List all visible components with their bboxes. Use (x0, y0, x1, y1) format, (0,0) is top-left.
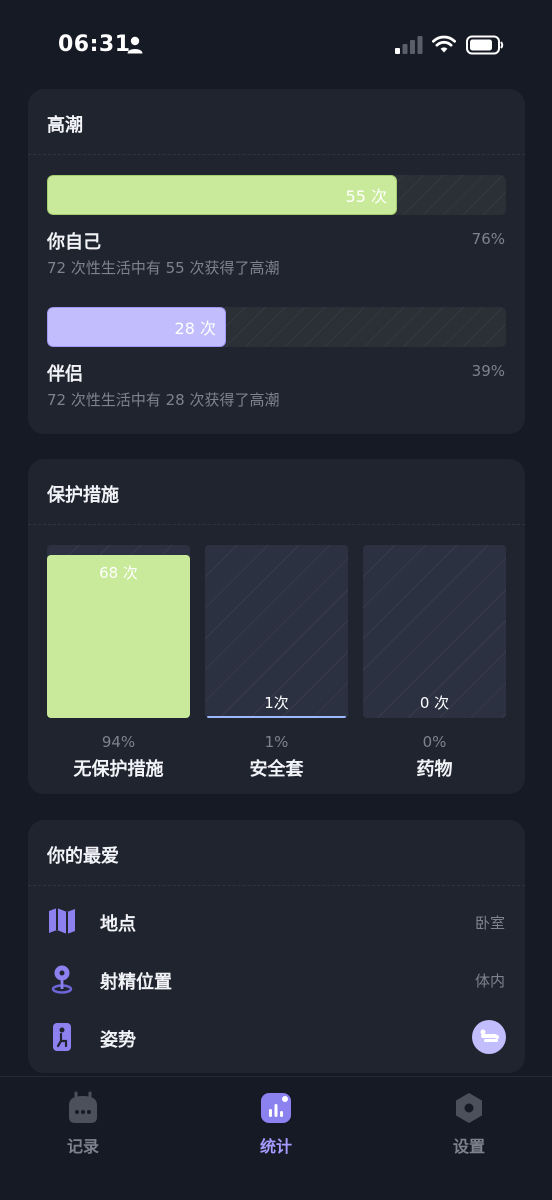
condom-bar-fill (207, 716, 346, 718)
partner-orgasm-bar-fill: 28 次 (47, 307, 226, 347)
self-percent: 76% (471, 230, 505, 248)
partner-label: 伴侣 (47, 364, 83, 385)
favorite-ejaculation-label: 射精位置 (100, 972, 172, 993)
battery-icon (466, 35, 504, 55)
favorite-position-row[interactable]: 姿势 (28, 1018, 525, 1058)
favorites-card: 你的最爱 地点 卧室 射精位置 体内 姿势 (28, 820, 525, 1073)
tab-statistics[interactable]: 统计 (221, 1091, 331, 1161)
favorites-card-title: 你的最爱 (47, 846, 119, 867)
partner-percent: 39% (471, 362, 505, 380)
status-time: 06:31 (58, 32, 131, 57)
cellular-signal-icon (395, 36, 423, 54)
favorite-ejaculation-value: 体内 (474, 972, 505, 990)
no-protection-label: 无保护措施 (73, 759, 164, 780)
orgasm-card: 高潮 55 次 你自己 76% 72 次性生活中有 55 次获得了高潮 28 次… (28, 89, 525, 434)
no-protection-count: 68 次 (99, 564, 138, 582)
self-description: 72 次性生活中有 55 次获得了高潮 (47, 259, 280, 277)
favorite-position-label: 姿势 (100, 1030, 136, 1051)
divider (28, 524, 525, 525)
tab-records-label: 记录 (66, 1137, 99, 1156)
medication-label: 药物 (416, 759, 453, 780)
tab-settings-label: 设置 (452, 1137, 485, 1156)
calendar-dots-icon (69, 1091, 97, 1123)
medication-count: 0 次 (419, 694, 450, 712)
no-protection-percent: 94% (101, 733, 136, 751)
no-protection-bar-track: 68 次 (47, 545, 190, 718)
tab-records[interactable]: 记录 (28, 1091, 138, 1161)
condom-percent: 1% (264, 733, 289, 751)
map-icon (49, 908, 75, 934)
wifi-icon (432, 35, 456, 53)
partner-orgasm-count: 28 次 (174, 319, 216, 338)
self-label: 你自己 (47, 232, 101, 253)
protection-card: 保护措施 68 次 94% 无保护措施 1次 1% 安全套 0 次 0% 药物 (28, 459, 525, 794)
position-avatar-icon[interactable] (472, 1020, 506, 1054)
self-orgasm-bar-track: 55 次 (47, 175, 506, 215)
favorite-location-value: 卧室 (474, 914, 505, 932)
partner-orgasm-bar-track: 28 次 (47, 307, 506, 347)
divider (28, 154, 525, 155)
stats-chart-icon (261, 1093, 291, 1123)
tab-statistics-label: 统计 (259, 1137, 292, 1156)
condom-label: 安全套 (249, 759, 304, 780)
divider (28, 885, 525, 886)
medication-percent: 0% (422, 733, 447, 751)
condom-count: 1次 (264, 694, 289, 712)
tab-settings[interactable]: 设置 (414, 1091, 524, 1161)
protection-card-title: 保护措施 (47, 485, 119, 506)
settings-hexagon-icon (456, 1093, 482, 1123)
medication-bar-track: 0 次 (363, 545, 506, 718)
orgasm-card-title: 高潮 (47, 115, 83, 136)
status-bar: 06:31 (0, 0, 552, 90)
favorite-location-label: 地点 (100, 914, 136, 935)
self-orgasm-count: 55 次 (345, 187, 387, 206)
favorite-ejaculation-row[interactable]: 射精位置 体内 (28, 960, 525, 1000)
location-pin-icon (51, 965, 73, 994)
favorite-location-row[interactable]: 地点 卧室 (28, 902, 525, 942)
person-icon (127, 36, 143, 54)
tab-bar: 记录 统计 设置 (0, 1076, 552, 1200)
partner-description: 72 次性生活中有 28 次获得了高潮 (47, 391, 280, 409)
condom-bar-track: 1次 (205, 545, 348, 718)
phone-figure-icon (53, 1023, 71, 1051)
self-orgasm-bar-fill: 55 次 (47, 175, 397, 215)
